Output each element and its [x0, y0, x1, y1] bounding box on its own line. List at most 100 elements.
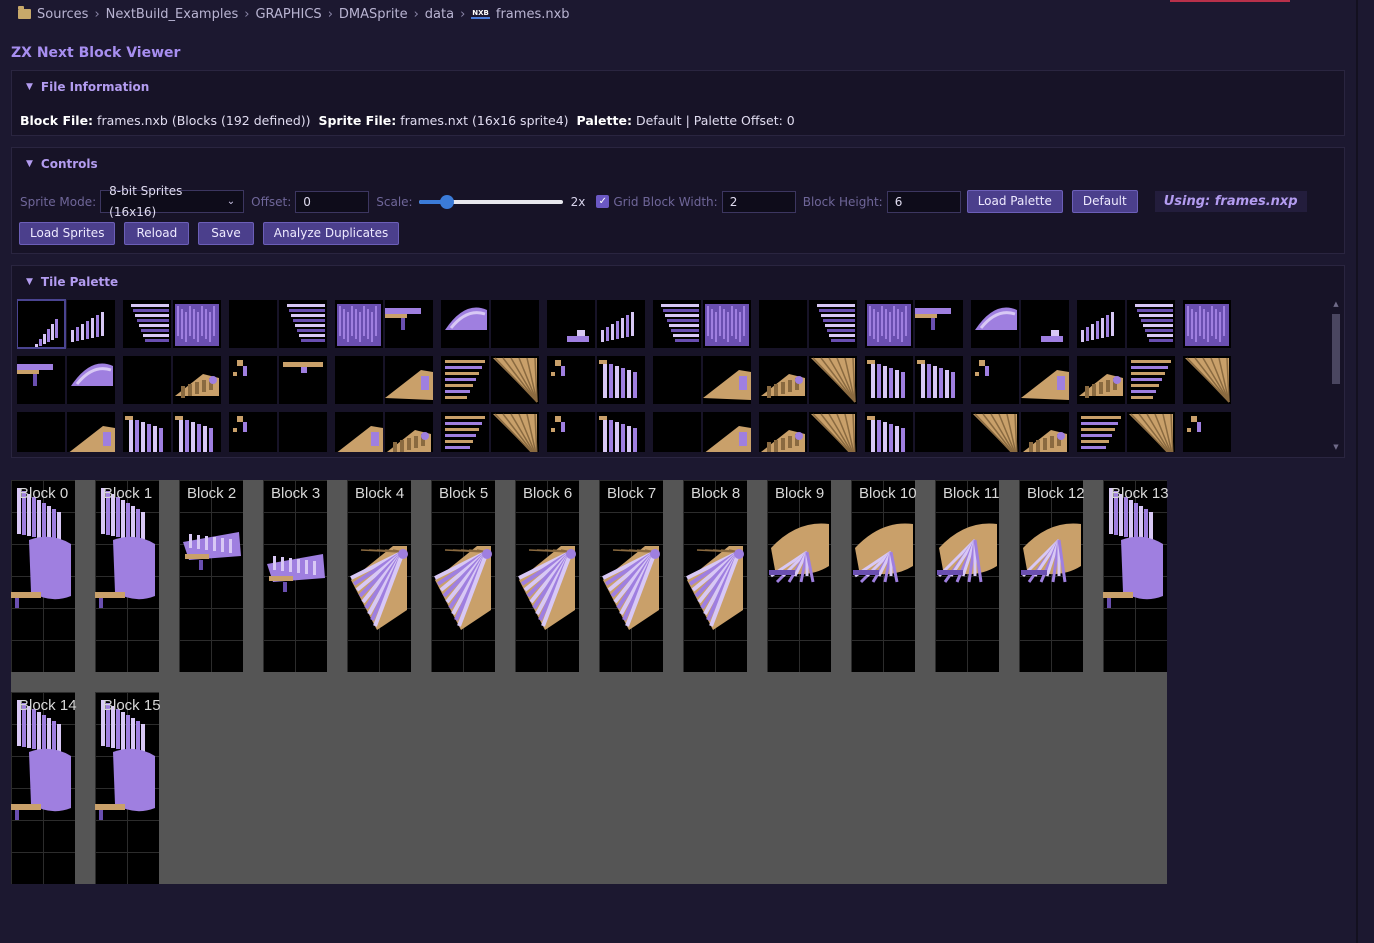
tile-cell[interactable]	[17, 356, 65, 404]
tile-cell[interactable]	[1021, 356, 1069, 404]
tile-cell[interactable]	[809, 412, 857, 452]
breadcrumb-item-data[interactable]: data	[425, 7, 454, 22]
tile-cell[interactable]	[67, 300, 115, 348]
tile-cell[interactable]	[809, 300, 857, 348]
tile-cell[interactable]	[1077, 412, 1125, 452]
tile-cell[interactable]	[441, 412, 489, 452]
tile-cell[interactable]	[915, 412, 963, 452]
tile-cell[interactable]	[491, 356, 539, 404]
tile-cell[interactable]	[759, 412, 807, 452]
tile-cell[interactable]	[547, 356, 595, 404]
tile-cell[interactable]	[385, 300, 433, 348]
reload-button[interactable]: Reload	[124, 222, 190, 245]
load-sprites-button[interactable]: Load Sprites	[19, 222, 116, 245]
file-info-header[interactable]: ▼ File Information	[26, 80, 149, 94]
tile-cell[interactable]	[1127, 300, 1175, 348]
tile-cell[interactable]	[759, 300, 807, 348]
tile-cell[interactable]	[653, 356, 701, 404]
block-preview[interactable]: Block 12	[1019, 480, 1085, 672]
tile-cell[interactable]	[123, 356, 171, 404]
tile-cell[interactable]	[597, 300, 645, 348]
tile-cell[interactable]	[335, 300, 383, 348]
controls-header[interactable]: ▼ Controls	[26, 157, 98, 171]
block-preview[interactable]: Block 2	[179, 480, 243, 672]
breadcrumb-item-sources[interactable]: Sources	[37, 7, 88, 22]
tile-cell[interactable]	[229, 412, 277, 452]
tile-cell[interactable]	[173, 300, 221, 348]
scrollbar-thumb[interactable]	[1332, 314, 1340, 384]
tile-cell[interactable]	[703, 300, 751, 348]
tile-cell[interactable]	[385, 412, 433, 452]
block-preview[interactable]: Block 0	[11, 480, 75, 672]
tile-cell[interactable]	[441, 356, 489, 404]
tile-cell[interactable]	[1183, 412, 1231, 452]
tile-cell[interactable]	[971, 300, 1019, 348]
block-preview[interactable]: Block 3	[263, 480, 327, 672]
scroll-down-icon[interactable]: ▼	[1332, 443, 1340, 451]
tile-cell[interactable]	[703, 356, 751, 404]
tile-palette-scrollbar[interactable]: ▲ ▼	[1330, 298, 1340, 454]
sprite-mode-select[interactable]: 8-bit Sprites (16x16) ⌄	[100, 184, 245, 219]
tile-cell[interactable]	[1021, 300, 1069, 348]
tile-cell[interactable]	[1077, 300, 1125, 348]
tile-cell[interactable]	[17, 412, 65, 452]
tile-cell[interactable]	[653, 412, 701, 452]
block-preview[interactable]: Block 5	[431, 480, 495, 672]
analyze-duplicates-button[interactable]: Analyze Duplicates	[262, 222, 400, 245]
tile-cell[interactable]	[67, 356, 115, 404]
tile-cell[interactable]	[547, 412, 595, 452]
tile-cell[interactable]	[385, 356, 433, 404]
block-preview[interactable]: Block 11	[935, 480, 999, 672]
block-preview[interactable]: Block 1	[95, 480, 159, 672]
tile-cell[interactable]	[703, 412, 751, 452]
tile-cell[interactable]	[173, 356, 221, 404]
tile-cell[interactable]	[865, 356, 913, 404]
save-button[interactable]: Save	[198, 222, 254, 245]
tile-cell[interactable]	[1021, 412, 1069, 452]
block-preview[interactable]: Block 6	[515, 480, 579, 672]
block-preview[interactable]: Block 13	[1103, 480, 1169, 672]
tile-cell[interactable]	[865, 412, 913, 452]
tile-cell[interactable]	[123, 412, 171, 452]
tile-cell[interactable]	[335, 412, 383, 452]
tile-cell[interactable]	[1127, 412, 1175, 452]
breadcrumb-item-nextbuild-examples[interactable]: NextBuild_Examples	[106, 7, 239, 22]
tile-cell[interactable]	[1077, 356, 1125, 404]
tile-cell[interactable]	[491, 412, 539, 452]
tile-cell[interactable]	[441, 300, 489, 348]
tile-cell[interactable]	[229, 356, 277, 404]
tile-cell[interactable]	[597, 356, 645, 404]
grid-checkbox[interactable]: ✓	[596, 195, 610, 208]
breadcrumb-item-file[interactable]: frames.nxb	[496, 7, 570, 22]
breadcrumb-item-graphics[interactable]: GRAPHICS	[255, 7, 321, 22]
block-preview[interactable]: Block 7	[599, 480, 663, 672]
block-preview[interactable]: Block 14	[11, 692, 77, 884]
tile-cell[interactable]	[123, 300, 171, 348]
tile-cell[interactable]	[915, 356, 963, 404]
slider-thumb[interactable]	[440, 194, 455, 209]
tile-cell[interactable]	[971, 356, 1019, 404]
block-preview[interactable]: Block 4	[347, 480, 411, 672]
tile-cell[interactable]	[547, 300, 595, 348]
tile-cell[interactable]	[1183, 300, 1231, 348]
offset-input[interactable]: 0	[295, 190, 370, 213]
tile-cell[interactable]	[915, 300, 963, 348]
tile-cell[interactable]	[653, 300, 701, 348]
tile-cell[interactable]	[1183, 356, 1231, 404]
tile-cell[interactable]	[491, 300, 539, 348]
block-preview[interactable]: Block 8	[683, 480, 747, 672]
block-preview[interactable]: Block 10	[851, 480, 917, 672]
block-width-input[interactable]: 2	[721, 190, 796, 213]
tile-cell[interactable]	[17, 299, 66, 349]
block-preview[interactable]: Block 15	[95, 692, 161, 884]
scroll-up-icon[interactable]: ▲	[1332, 300, 1340, 308]
block-preview[interactable]: Block 9	[767, 480, 831, 672]
block-height-input[interactable]: 6	[886, 190, 961, 213]
tile-cell[interactable]	[335, 356, 383, 404]
tile-palette-header[interactable]: ▼ Tile Palette	[26, 275, 118, 289]
load-palette-button[interactable]: Load Palette	[966, 190, 1063, 213]
tile-cell[interactable]	[173, 412, 221, 452]
tile-cell[interactable]	[759, 356, 807, 404]
breadcrumb-item-dmasprite[interactable]: DMASprite	[339, 7, 408, 22]
tile-cell[interactable]	[279, 356, 327, 404]
